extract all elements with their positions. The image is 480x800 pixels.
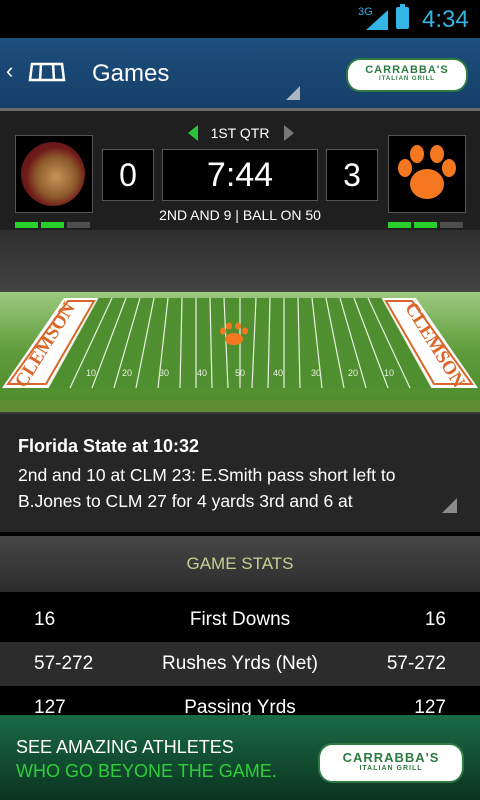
away-timeouts	[388, 215, 466, 228]
timeout-indicator	[440, 222, 463, 228]
sponsor-logo[interactable]: CARRABBA'S ITALIAN GRILL	[346, 58, 468, 92]
stadium-icon[interactable]	[28, 60, 66, 84]
down-and-distance: 2ND AND 9 | BALL ON 50	[159, 207, 321, 223]
stat-home-value: 57-272	[34, 653, 94, 674]
action-bar: ‹ Games CARRABBA'S ITALIAN GRILL	[0, 38, 480, 108]
timeout-indicator	[67, 222, 90, 228]
back-chevron-icon[interactable]: ‹	[6, 58, 13, 84]
seminole-head-icon	[21, 142, 85, 206]
stat-away-value: 57-272	[386, 653, 446, 674]
football-field[interactable]: CLEMSON CLEMSON 10 20 30 40 50 40 30 20 …	[0, 292, 480, 412]
clock-time: 4:34	[422, 6, 469, 33]
stat-row: Rushes Yrds (Net) 57-272 57-272	[0, 642, 480, 686]
yard-number: 20	[122, 368, 132, 378]
game-clock: 7:44	[162, 149, 318, 201]
tiger-paw-icon	[398, 145, 456, 199]
sponsor-logo-sub: ITALIAN GRILL	[379, 76, 435, 82]
ad-subline: WHO GO BEYONE THE GAME.	[16, 761, 277, 781]
next-quarter-arrow-icon[interactable]	[284, 125, 294, 141]
timeout-indicator	[41, 222, 64, 228]
ad-logo-name: CARRABBA'S	[342, 750, 440, 765]
stat-label: First Downs	[189, 609, 291, 630]
ad-logo-sub: ITALIAN GRILL	[359, 765, 423, 772]
sponsor-logo-name: CARRABBA'S	[365, 64, 449, 76]
yard-number: 30	[311, 368, 321, 378]
ad-banner[interactable]: SEE AMAZING ATHLETES WHO GO BEYONE THE G…	[0, 715, 480, 800]
yard-number: 40	[197, 368, 207, 378]
page-title[interactable]: Games	[92, 60, 169, 88]
timeout-indicator	[388, 222, 411, 228]
play-description: 2nd and 10 at CLM 23: E.Smith pass short…	[18, 465, 396, 511]
yard-number: 50	[235, 368, 245, 378]
yard-number: 30	[159, 368, 169, 378]
away-score: 3	[326, 149, 378, 201]
yard-number: 10	[384, 368, 394, 378]
yard-number: 40	[273, 368, 283, 378]
home-score: 0	[102, 149, 154, 201]
timeout-indicator	[15, 222, 38, 228]
game-stats-header: GAME STATS	[0, 536, 480, 592]
yard-number: 20	[348, 368, 358, 378]
signal-icon	[366, 10, 388, 30]
play-title: Florida State at 10:32	[18, 436, 200, 456]
florida-state-logo[interactable]	[15, 135, 93, 213]
ad-headline: SEE AMAZING ATHLETES	[16, 737, 234, 757]
field-background	[0, 230, 480, 298]
scoreboard: 0 1ST QTR 7:44 3 2ND AND 9 | BALL ON 50	[0, 108, 480, 236]
stat-away-value: 16	[424, 609, 446, 630]
battery-icon	[396, 4, 409, 29]
ad-logo[interactable]: CARRABBA'S ITALIAN GRILL	[318, 743, 464, 783]
quarter-label: 1ST QTR	[210, 125, 270, 141]
yard-number: 10	[86, 368, 96, 378]
clemson-logo[interactable]	[388, 135, 466, 213]
timeout-indicator	[414, 222, 437, 228]
stat-home-value: 16	[34, 609, 56, 630]
expand-indicator-icon[interactable]	[442, 498, 457, 513]
status-bar: 3G 4:34	[0, 0, 480, 38]
dropdown-indicator-icon[interactable]	[286, 86, 300, 100]
stat-row: First Downs 16 16	[0, 598, 480, 642]
home-timeouts	[15, 215, 93, 228]
play-by-play-card[interactable]: Florida State at 10:32 2nd and 10 at CLM…	[0, 412, 480, 532]
